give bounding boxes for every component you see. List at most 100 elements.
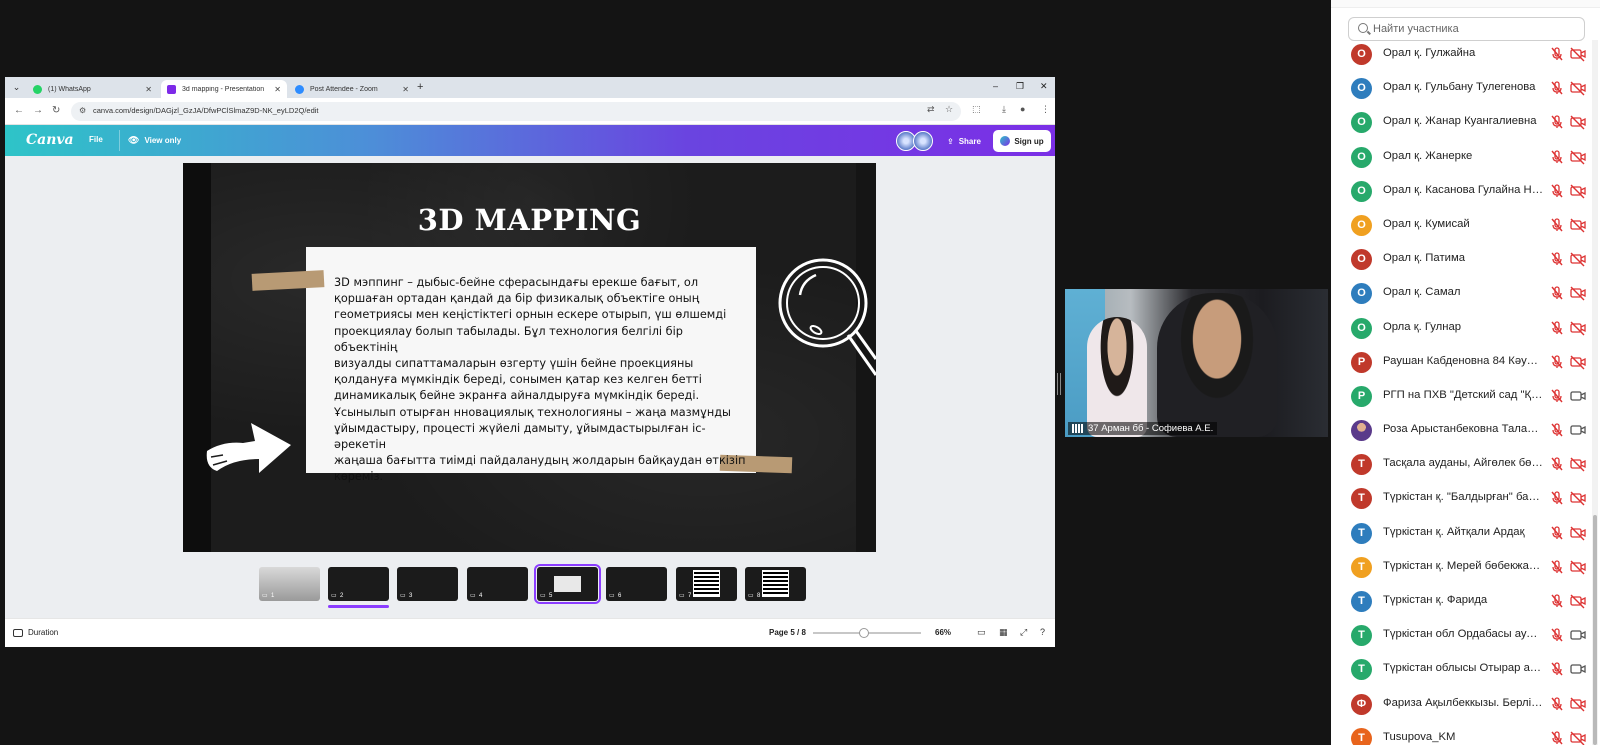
camera-off-icon[interactable] [1569,354,1587,370]
camera-on-icon[interactable] [1569,388,1587,404]
participant-row[interactable]: О Орал қ. Патима [1331,242,1591,276]
back-icon[interactable]: ← [14,105,24,116]
extensions-icon[interactable]: ⬚ [972,104,981,115]
camera-off-icon[interactable] [1569,525,1587,541]
tab-zoom[interactable]: Post Attendee - Zoom ✕ [289,80,415,98]
participant-row[interactable]: О Орла қ. Гулнар [1331,311,1591,345]
mic-muted-icon[interactable] [1549,525,1565,541]
mic-muted-icon[interactable] [1549,627,1565,643]
participant-row[interactable]: Т Түркістан қ. Фарида [1331,584,1591,618]
help-icon[interactable]: ? [1040,627,1045,637]
participant-row[interactable]: О Орал қ. Жанерке [1331,140,1591,174]
site-info-icon[interactable]: ⚙ [79,106,86,115]
url-text[interactable]: canva.com/design/DAGjzl_GzJA/DfwPClSlmaZ… [93,106,319,115]
camera-off-icon[interactable] [1569,696,1587,712]
mic-muted-icon[interactable] [1549,251,1565,267]
participant-row[interactable]: О Орал қ. Жанар Куангалиевна [1331,105,1591,139]
mic-muted-icon[interactable] [1549,661,1565,677]
participant-row[interactable]: Т Тасқала ауданы, Айгөлек бөб... [1331,447,1591,481]
mic-muted-icon[interactable] [1549,730,1565,745]
participant-row[interactable]: О Орал қ. Касанова Гулайна На... [1331,174,1591,208]
camera-off-icon[interactable] [1569,183,1587,199]
participant-row[interactable]: Р Раушан Кабденовна 84 Кәуса... [1331,345,1591,379]
slide-thumbnail[interactable]: ▭ 1 [259,567,320,601]
scrollbar-thumb[interactable] [1593,515,1597,745]
camera-on-icon[interactable] [1569,422,1587,438]
camera-off-icon[interactable] [1569,217,1587,233]
new-tab-button[interactable]: + [417,81,423,93]
participant-row[interactable]: Р РГП на ПХВ "Детский сад "Қар... [1331,379,1591,413]
mic-muted-icon[interactable] [1549,320,1565,336]
participant-row[interactable]: О Орал қ. Гулжайна [1331,37,1591,71]
slide-thumbnail[interactable]: ▭ 2 [328,567,389,601]
mic-muted-icon[interactable] [1549,354,1565,370]
share-button[interactable]: ⇪ Share [941,131,987,151]
collaborator-avatars[interactable] [896,131,936,151]
participant-row[interactable]: О Орал қ. Самал [1331,276,1591,310]
profile-avatar-icon[interactable]: ● [1020,104,1025,114]
restore-button[interactable]: ❐ [1016,81,1024,92]
video-tile[interactable]: 37 Арман бб - Софиева А.Е. [1065,289,1328,437]
camera-off-icon[interactable] [1569,490,1587,506]
camera-off-icon[interactable] [1569,730,1587,745]
camera-off-icon[interactable] [1569,251,1587,267]
camera-on-icon[interactable] [1569,627,1587,643]
panel-resize-handle[interactable] [1057,373,1061,395]
forward-icon[interactable]: → [33,105,43,116]
url-field[interactable]: ⚙ canva.com/design/DAGjzl_GzJA/DfwPClSlm… [71,102,961,121]
zoom-slider-handle[interactable] [858,628,869,638]
slide-thumbnail[interactable]: ▭ 8 [745,567,806,601]
duration-button[interactable]: Duration [13,628,58,637]
mic-muted-icon[interactable] [1549,183,1565,199]
mic-muted-icon[interactable] [1549,388,1565,404]
fullscreen-icon[interactable]: ⤢ [1020,627,1027,638]
participant-search-input[interactable] [1373,21,1578,37]
view-only-button[interactable]: 👁 View only [119,130,189,151]
mic-muted-icon[interactable] [1549,149,1565,165]
minimize-button[interactable]: – [993,81,998,91]
slide-thumbnail[interactable]: ▭ 6 [606,567,667,601]
mic-muted-icon[interactable] [1549,456,1565,472]
zoom-level[interactable]: 66% [935,628,951,637]
download-icon[interactable]: ⤓ [1002,104,1006,115]
participant-row[interactable]: Т Түркістан қ. Айтқали Ардақ [1331,516,1591,550]
participant-row[interactable]: T Tusupova_KM [1331,721,1591,745]
mic-muted-icon[interactable] [1549,593,1565,609]
participant-row[interactable]: Т Түркістан обл Ордабасы ауда... [1331,618,1591,652]
grid-view-icon[interactable]: ▦ [999,627,1008,638]
participant-row[interactable]: Т Түркістан қ. "Балдырған" бала... [1331,481,1591,515]
tab-whatsapp[interactable]: (1) WhatsApp ✕ [27,80,158,98]
notes-icon[interactable]: ▭ [977,627,986,638]
participant-row[interactable]: О Орал қ. Кумисай [1331,208,1591,242]
tab-search-chevron-icon[interactable]: ⌄ [9,80,24,95]
participant-row[interactable]: Роза Арыстанбековна Таласо... [1331,413,1591,447]
canva-logo[interactable]: Canva [26,132,74,148]
camera-off-icon[interactable] [1569,46,1587,62]
participant-row[interactable]: О Орал қ. Гульбану Тулегенова [1331,71,1591,105]
translate-icon[interactable]: ⇄ [927,104,935,115]
mic-muted-icon[interactable] [1549,114,1565,130]
tab-canva-presentation[interactable]: 3d mapping - Presentation ✕ [161,80,287,98]
camera-off-icon[interactable] [1569,456,1587,472]
mic-muted-icon[interactable] [1549,490,1565,506]
camera-on-icon[interactable] [1569,661,1587,677]
mic-muted-icon[interactable] [1549,422,1565,438]
file-menu-button[interactable]: File [89,135,103,144]
tab-close-icon[interactable]: ✕ [274,85,281,94]
bookmark-star-icon[interactable]: ☆ [945,104,953,115]
mic-muted-icon[interactable] [1549,46,1565,62]
mic-muted-icon[interactable] [1549,696,1565,712]
slide-thumbnail[interactable]: ▭ 5 [534,564,601,604]
reload-icon[interactable]: ↻ [52,105,60,116]
browser-menu-icon[interactable]: ⋮ [1041,104,1050,115]
tab-close-icon[interactable]: ✕ [402,85,409,94]
participant-row[interactable]: Ф Фариза Ақылбеккызы. Берлі. ... [1331,687,1591,721]
slide-thumbnail[interactable]: ▭ 3 [397,567,458,601]
camera-off-icon[interactable] [1569,593,1587,609]
mic-muted-icon[interactable] [1549,559,1565,575]
camera-off-icon[interactable] [1569,320,1587,336]
camera-off-icon[interactable] [1569,149,1587,165]
slide-thumbnail[interactable]: ▭ 7 [676,567,737,601]
mic-muted-icon[interactable] [1549,217,1565,233]
participant-row[interactable]: Т Түркістан қ. Мерей бөбекжайы [1331,550,1591,584]
